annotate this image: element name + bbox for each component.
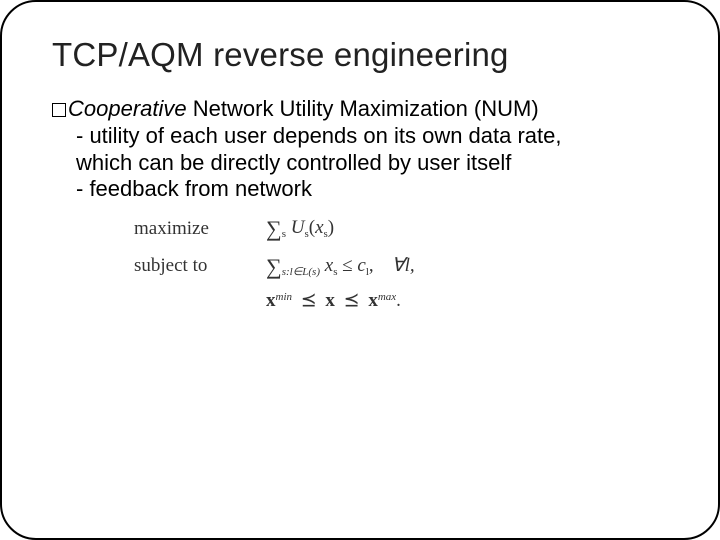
x-sym: x: [315, 217, 323, 238]
sum-sub-sl: s:l∈L(s): [282, 265, 320, 277]
bounds-expr: xmin ⪯ x ⪯ xmax.: [266, 286, 401, 316]
le-sym: ≤: [337, 254, 357, 275]
x-sym-2: x: [325, 254, 333, 275]
paren-close: ): [328, 217, 334, 238]
subject-sum: ∑s:l∈L(s) xs ≤ cl,: [266, 249, 374, 284]
forall-l: ∀l,: [392, 251, 415, 281]
line1-rest: Network Utility Maximization (NUM): [187, 96, 539, 121]
sigma-icon: ∑: [266, 211, 282, 246]
math-row-maximize: maximize ∑s Us(xs): [134, 211, 686, 246]
x-mid: x: [325, 290, 335, 311]
math-row-bounds: xmin ⪯ x ⪯ xmax.: [134, 286, 686, 316]
maximize-label: maximize: [134, 214, 244, 244]
math-row-subject: subject to ∑s:l∈L(s) xs ≤ cl, ∀l,: [134, 249, 686, 284]
slide-title: TCP/AQM reverse engineering: [52, 36, 686, 74]
prec-1: ⪯: [297, 290, 321, 311]
xmin-sym: x: [266, 290, 276, 311]
c-sym: c: [357, 254, 365, 275]
body-line-2: - utility of each user depends on its ow…: [76, 123, 676, 150]
body-text: Cooperative Network Utility Maximization…: [52, 96, 676, 203]
bounds-period: .: [396, 290, 401, 311]
U-sym: U: [291, 217, 305, 238]
prec-2: ⪯: [340, 290, 364, 311]
maximize-expr: ∑s Us(xs): [266, 211, 334, 246]
square-bullet-icon: [52, 103, 66, 117]
slide-frame: TCP/AQM reverse engineering Cooperative …: [0, 0, 720, 540]
bounds-content: xmin ⪯ x ⪯ xmax.: [266, 286, 401, 316]
sigma-icon-2: ∑: [266, 249, 282, 284]
subject-expr: ∑s:l∈L(s) xs ≤ cl, ∀l,: [266, 249, 415, 284]
bullet-line-1: Cooperative Network Utility Maximization…: [52, 96, 676, 123]
body-line-3: which can be directly controlled by user…: [76, 150, 676, 177]
comma-1: ,: [369, 254, 374, 275]
maximize-sum: ∑s Us(xs): [266, 211, 334, 246]
sum-sub-s: s: [282, 228, 286, 240]
body-line-4: - feedback from network: [76, 176, 676, 203]
xmin-sup: min: [276, 291, 293, 303]
xmax-sup: max: [378, 291, 396, 303]
math-block: maximize ∑s Us(xs) subject to ∑s:l∈L(s) …: [134, 211, 686, 316]
subject-label: subject to: [134, 251, 244, 281]
xmax-sym: x: [368, 290, 378, 311]
cooperative-word: Cooperative: [68, 96, 187, 121]
